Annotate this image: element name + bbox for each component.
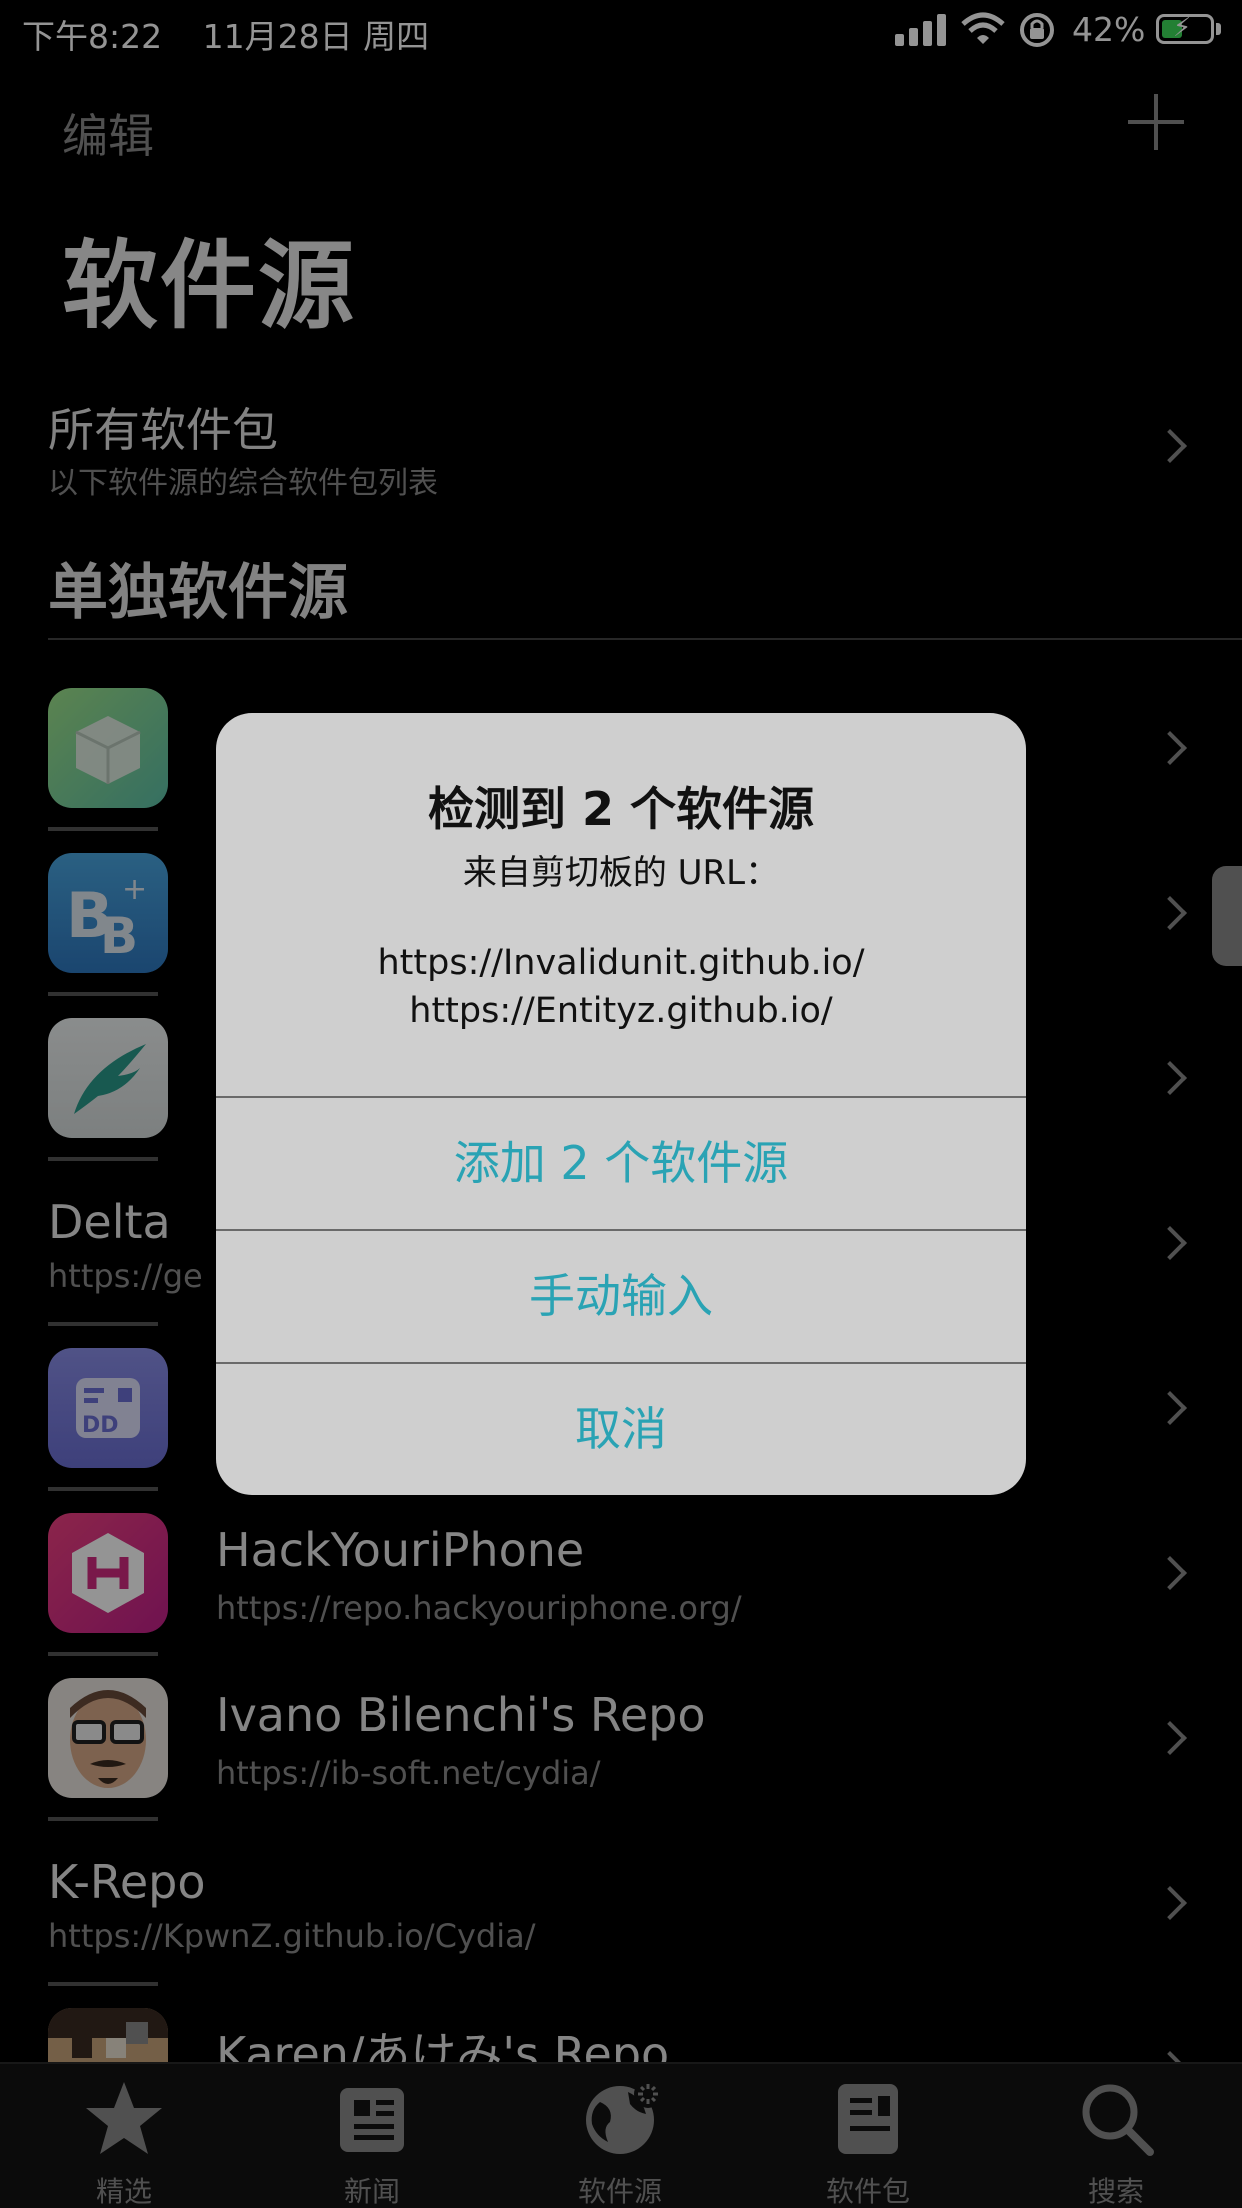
manual-input-button[interactable]: 手动输入 xyxy=(216,1229,1026,1361)
alert-url: https://Invalidunit.github.io/ xyxy=(377,943,865,983)
alert-title: 检测到 2 个软件源 xyxy=(427,782,815,836)
screen: 下午8:22 11月28日 周四 42% ⚡ 编辑 软件源 所有软件包 以下软件… xyxy=(0,0,1242,2208)
source-detected-alert: 检测到 2 个软件源 来自剪切板的 URL： https://Invalidun… xyxy=(216,713,1026,1495)
alert-url: https://Entityz.github.io/ xyxy=(409,991,833,1031)
add-sources-button[interactable]: 添加 2 个软件源 xyxy=(216,1096,1026,1228)
cancel-button[interactable]: 取消 xyxy=(216,1362,1026,1494)
alert-subtitle: 来自剪切板的 URL： xyxy=(462,853,780,893)
